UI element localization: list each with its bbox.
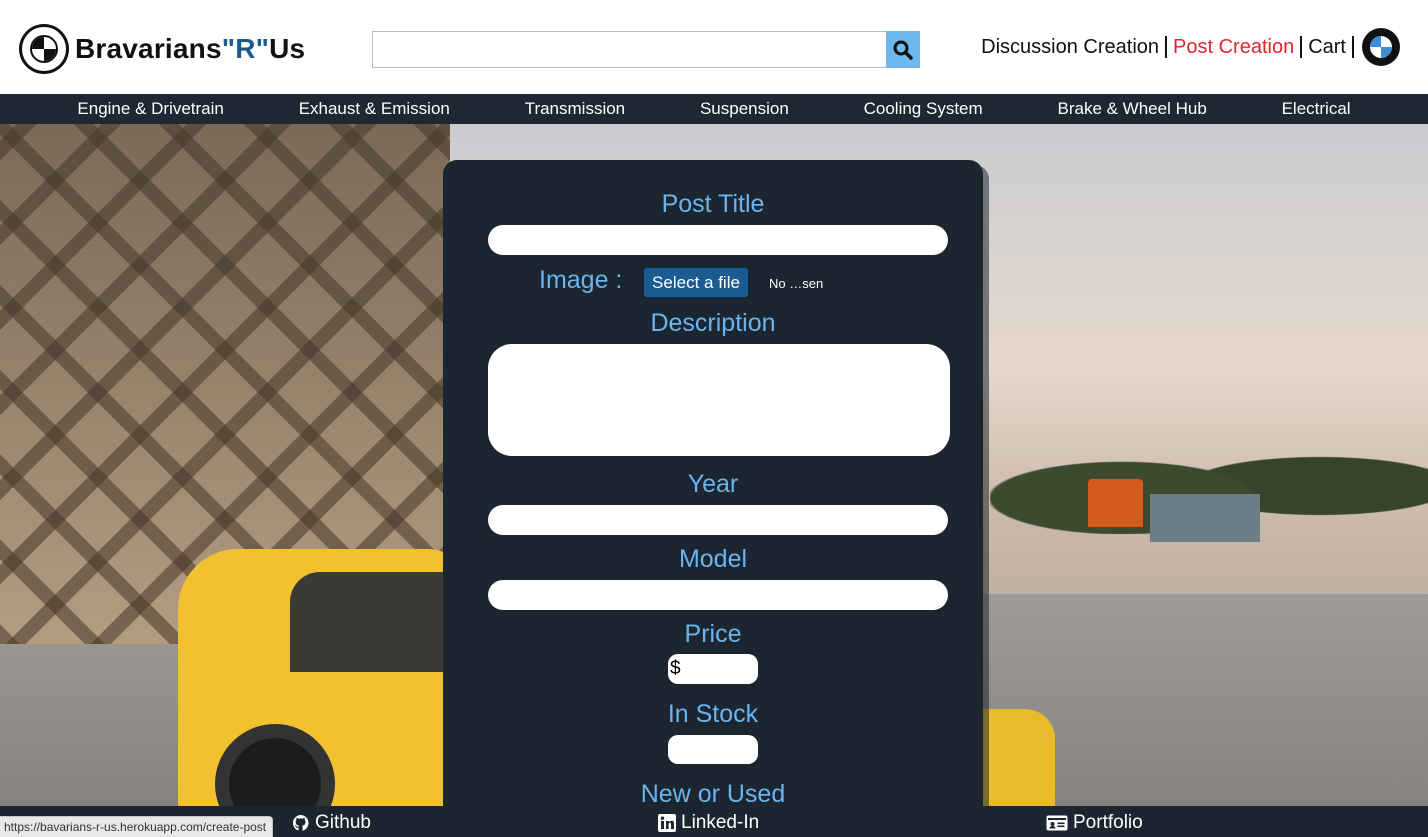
category-exhaust-emission[interactable]: Exhaust & Emission [299,99,450,119]
year-input[interactable] [488,505,948,535]
footer-github-label: Github [315,812,371,833]
footer-linkedin-link[interactable]: Linked-In [658,812,759,834]
year-label: Year [687,470,739,498]
currency-symbol: $ [670,658,681,679]
nav-post-creation[interactable]: Post Creation [1167,35,1300,59]
brand-name: Bravarians"R"Us [75,33,306,64]
category-engine-drivetrain[interactable]: Engine & Drivetrain [77,99,223,119]
category-brake-wheel-hub[interactable]: Brake & Wheel Hub [1057,99,1206,119]
nav-discussion-creation[interactable]: Discussion Creation [975,35,1165,59]
select-file-button[interactable]: Select a file [643,267,749,298]
model-label: Model [678,545,748,573]
search-button[interactable] [886,31,920,68]
price-label: Price [684,620,742,648]
model-input[interactable] [488,580,948,610]
image-label: Image : [539,266,623,294]
category-transmission[interactable]: Transmission [525,99,625,119]
footer-portfolio-label: Portfolio [1073,812,1143,833]
category-suspension[interactable]: Suspension [700,99,789,119]
description-label: Description [650,309,776,337]
id-card-icon [1046,814,1068,832]
post-title-input[interactable] [488,225,948,255]
nav-divider [1352,36,1354,58]
footer-linkedin-label: Linked-In [681,812,760,833]
nav-cart[interactable]: Cart [1302,35,1352,59]
in-stock-input[interactable] [668,735,758,764]
search-bar [372,31,920,68]
create-post-form: Post Title Image : Select a file No …sen… [443,160,983,837]
category-electrical[interactable]: Electrical [1282,99,1351,119]
site-header: Bravarians"R"Us Discussion Creation Post… [0,0,1428,94]
linkedin-icon [658,814,676,832]
price-field[interactable]: $ [668,654,758,684]
file-status: No …sen [769,276,824,291]
post-title-label: Post Title [661,190,765,218]
category-cooling-system[interactable]: Cooling System [864,99,983,119]
footer-portfolio-link[interactable]: Portfolio [1046,812,1143,834]
description-input[interactable] [488,344,950,456]
search-icon [893,40,913,60]
category-bar: Engine & Drivetrain Exhaust & Emission T… [0,94,1428,124]
status-bar-url: https://bavarians-r-us.herokuapp.com/cre… [0,816,274,837]
in-stock-label: In Stock [667,700,759,728]
github-icon [292,814,310,832]
bmw-logo-icon [19,24,69,74]
brand-home-link[interactable]: Bravarians"R"Us [19,24,305,74]
footer-github-link[interactable]: Github [292,812,371,834]
search-input[interactable] [372,31,886,68]
new-or-used-label: New or Used [640,780,786,808]
top-nav: Discussion Creation Post Creation Cart [975,28,1400,66]
bmw-profile-icon[interactable] [1362,28,1400,66]
